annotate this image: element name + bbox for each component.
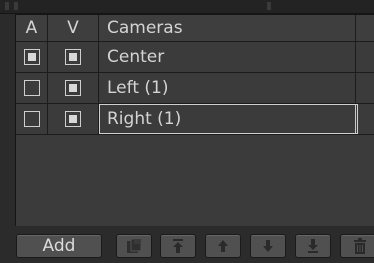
list-row-selected[interactable]: Right (1) — [16, 104, 374, 135]
strip-separator — [267, 2, 271, 10]
camera-name[interactable]: Right (1) — [99, 104, 356, 134]
a-cell — [16, 73, 48, 103]
move-to-top-button[interactable] — [160, 234, 196, 258]
delete-button[interactable] — [340, 234, 374, 258]
move-down-icon — [259, 237, 277, 255]
column-header-a[interactable]: A — [16, 15, 48, 41]
add-button[interactable]: Add — [16, 234, 102, 258]
column-header-end — [357, 15, 374, 41]
strip-separator — [14, 2, 18, 10]
camera-name[interactable]: Center — [99, 42, 356, 72]
row-end — [357, 73, 374, 103]
move-to-bottom-button[interactable] — [295, 234, 331, 258]
list-row[interactable]: Center — [16, 42, 374, 73]
a-checkbox[interactable] — [23, 49, 40, 65]
a-cell — [16, 104, 48, 134]
copy-button[interactable] — [116, 234, 152, 258]
column-header-cameras[interactable]: Cameras — [99, 15, 356, 41]
v-cell — [48, 73, 99, 103]
v-checkbox[interactable] — [65, 111, 81, 127]
list-header: A V Cameras — [16, 15, 374, 42]
list-row[interactable]: Left (1) — [16, 73, 374, 104]
move-up-button[interactable] — [205, 234, 241, 258]
move-to-top-icon — [169, 237, 187, 255]
v-cell — [48, 104, 99, 134]
cameras-list-panel: A V Cameras Center Left (1) Right (1) — [15, 14, 374, 226]
v-checkbox[interactable] — [65, 80, 81, 96]
move-up-icon — [214, 237, 232, 255]
trash-icon — [351, 237, 369, 255]
row-end — [357, 104, 374, 134]
column-header-v[interactable]: V — [48, 15, 99, 41]
row-end — [357, 42, 374, 72]
copy-icon — [125, 237, 143, 255]
strip-separator — [5, 2, 9, 10]
move-to-bottom-icon — [304, 237, 322, 255]
bottom-toolbar: Add — [0, 226, 374, 263]
a-checkbox[interactable] — [23, 111, 40, 127]
v-cell — [48, 42, 99, 72]
a-checkbox[interactable] — [23, 80, 40, 96]
a-cell — [16, 42, 48, 72]
v-checkbox[interactable] — [65, 49, 81, 65]
move-down-button[interactable] — [250, 234, 286, 258]
camera-name[interactable]: Left (1) — [99, 73, 356, 103]
top-strip — [0, 0, 374, 14]
